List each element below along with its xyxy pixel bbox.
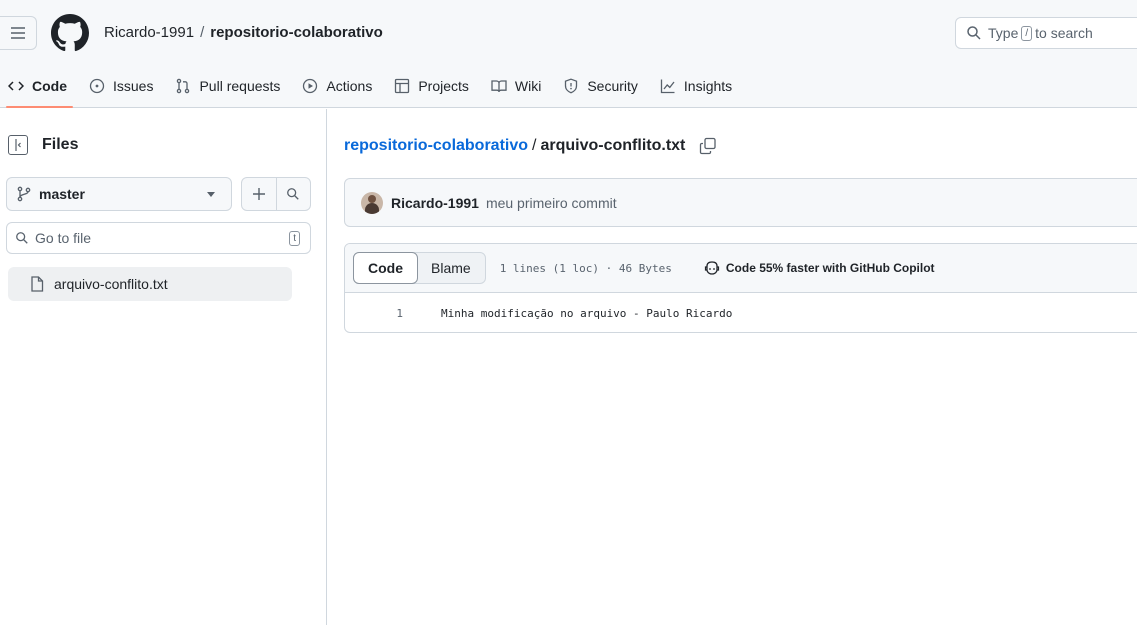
file-info: 1 lines (1 loc) · 46 Bytes: [499, 261, 672, 275]
tab-projects[interactable]: Projects: [384, 64, 481, 108]
copy-icon[interactable]: [699, 137, 717, 155]
latest-commit-box: Ricardo-1991 meu primeiro commit: [344, 178, 1137, 227]
search-files-button[interactable]: [275, 178, 311, 210]
add-file-button[interactable]: [242, 178, 276, 210]
code-view-button[interactable]: Code: [353, 252, 418, 284]
copilot-promo[interactable]: Code 55% faster with GitHub Copilot: [704, 260, 935, 276]
tab-actions[interactable]: Actions: [292, 64, 384, 108]
repo-path: Ricardo-1991 / repositorio-colaborativo: [104, 24, 383, 41]
search-suffix: to search: [1035, 25, 1093, 41]
search-icon: [16, 232, 28, 244]
book-icon: [491, 80, 507, 93]
file-viewer: Code Blame 1 lines (1 loc) · 46 Bytes Co…: [344, 243, 1137, 333]
sidebar-collapse-icon: [15, 139, 21, 151]
file-actions-group: [241, 177, 311, 211]
tab-label: Issues: [113, 78, 154, 94]
branch-selector[interactable]: master: [6, 177, 232, 211]
pull-request-icon: [177, 78, 190, 94]
graph-icon: [660, 79, 675, 94]
tab-label: Pull requests: [199, 78, 281, 94]
copilot-promo-label: Code 55% faster with GitHub Copilot: [725, 261, 935, 275]
breadcrumb-separator: /: [532, 137, 537, 154]
shield-icon: [565, 78, 578, 94]
tab-issues[interactable]: Issues: [79, 64, 165, 108]
breadcrumb-repo-link[interactable]: repositorio-colaborativo: [344, 137, 528, 155]
file-tree-sidebar: Files master Go to file t arquivo-confli…: [0, 109, 327, 625]
copilot-icon: [704, 261, 719, 275]
issue-icon: [89, 78, 105, 94]
tab-label: Wiki: [514, 78, 542, 94]
tab-label: Code: [32, 78, 67, 94]
branch-name: master: [39, 186, 85, 202]
search-prefix: Type: [988, 25, 1019, 41]
tab-security[interactable]: Security: [553, 64, 650, 108]
breadcrumb: repositorio-colaborativo / arquivo-confl…: [344, 137, 717, 155]
tab-wiki[interactable]: Wiki: [481, 64, 553, 108]
tab-label: Projects: [418, 78, 469, 94]
tab-pull-requests[interactable]: Pull requests: [165, 64, 292, 108]
search-icon: [967, 26, 981, 40]
search-button[interactable]: Type / to search: [955, 17, 1137, 49]
view-mode-toggle: Code Blame: [353, 252, 486, 284]
file-tree-item-label: arquivo-conflito.txt: [54, 276, 168, 292]
table-icon: [395, 78, 410, 94]
tab-label: Insights: [683, 78, 733, 94]
code-icon: [8, 81, 24, 91]
line-content: Minha modificação no arquivo - Paulo Ric…: [441, 306, 733, 320]
avatar[interactable]: [361, 191, 383, 214]
collapse-sidebar-button[interactable]: [8, 135, 28, 155]
breadcrumb-file-name: arquivo-conflito.txt: [540, 137, 686, 154]
file-viewer-header: Code Blame 1 lines (1 loc) · 46 Bytes Co…: [345, 244, 1137, 293]
path-separator: /: [200, 24, 205, 41]
file-tree-item[interactable]: arquivo-conflito.txt: [8, 267, 292, 301]
files-title: Files: [42, 136, 79, 153]
hamburger-icon: [11, 27, 25, 39]
owner-link[interactable]: Ricardo-1991: [104, 24, 194, 41]
tab-code[interactable]: Code: [0, 64, 79, 108]
chevron-down-icon: [207, 192, 215, 197]
go-to-file-shortcut-key: t: [289, 231, 300, 246]
go-to-file-placeholder: Go to file: [35, 230, 92, 246]
line-number[interactable]: 1: [345, 307, 415, 320]
github-logo-icon[interactable]: [51, 14, 89, 52]
blame-view-button[interactable]: Blame: [417, 253, 485, 283]
go-to-file-input[interactable]: Go to file t: [6, 222, 311, 254]
search-icon: [287, 188, 299, 200]
commit-message[interactable]: meu primeiro commit: [486, 195, 617, 211]
branch-icon: [17, 186, 31, 202]
file-icon: [31, 276, 44, 292]
app-header: Ricardo-1991 / repositorio-colaborativo Ty…: [0, 0, 1137, 108]
repo-link[interactable]: repositorio-colaborativo: [210, 24, 383, 41]
commit-author[interactable]: Ricardo-1991: [391, 195, 479, 211]
tab-label: Actions: [326, 78, 373, 94]
plus-icon: [252, 188, 265, 200]
repo-nav: Code Issues Pull requests Actions Projec…: [0, 64, 744, 108]
menu-button[interactable]: [0, 16, 37, 50]
code-line: 1 Minha modificação no arquivo - Paulo R…: [345, 293, 1137, 332]
search-shortcut-key: /: [1021, 25, 1033, 41]
tab-insights[interactable]: Insights: [650, 64, 744, 108]
tab-label: Security: [587, 78, 638, 94]
play-icon: [303, 78, 318, 94]
